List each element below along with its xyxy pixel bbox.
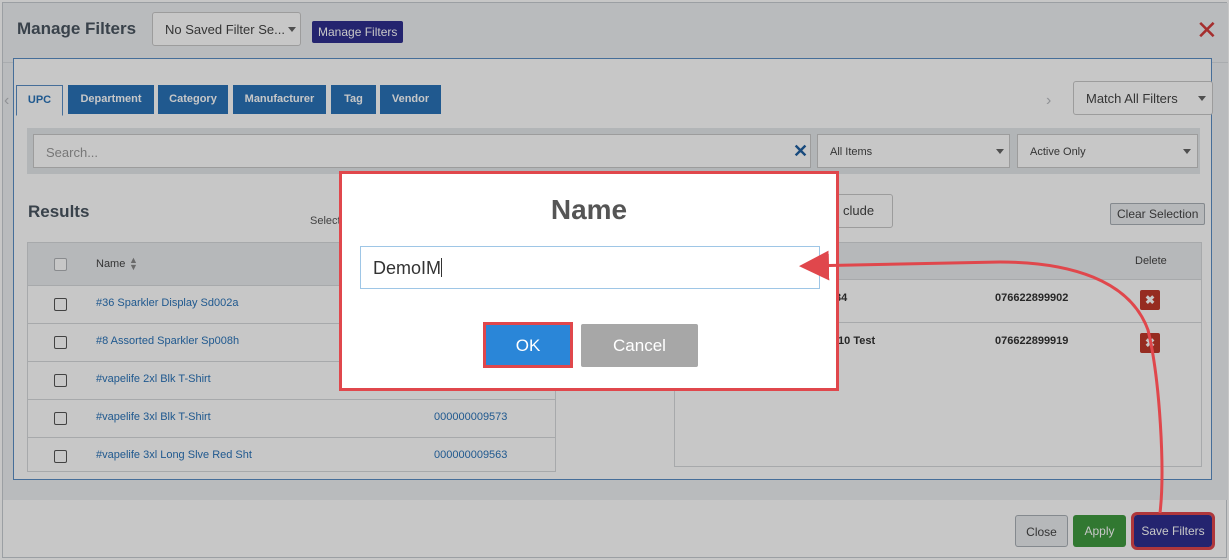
text-cursor [441, 258, 443, 277]
dialog-title: Name [550, 194, 628, 225]
name-dialog: Name DemoIM OK Cancel [339, 171, 839, 391]
filter-name-value: DemoIM [373, 258, 442, 278]
ok-button[interactable]: OK [483, 322, 573, 368]
filter-name-input[interactable]: DemoIM [360, 246, 820, 289]
cancel-button[interactable]: Cancel [581, 324, 698, 367]
